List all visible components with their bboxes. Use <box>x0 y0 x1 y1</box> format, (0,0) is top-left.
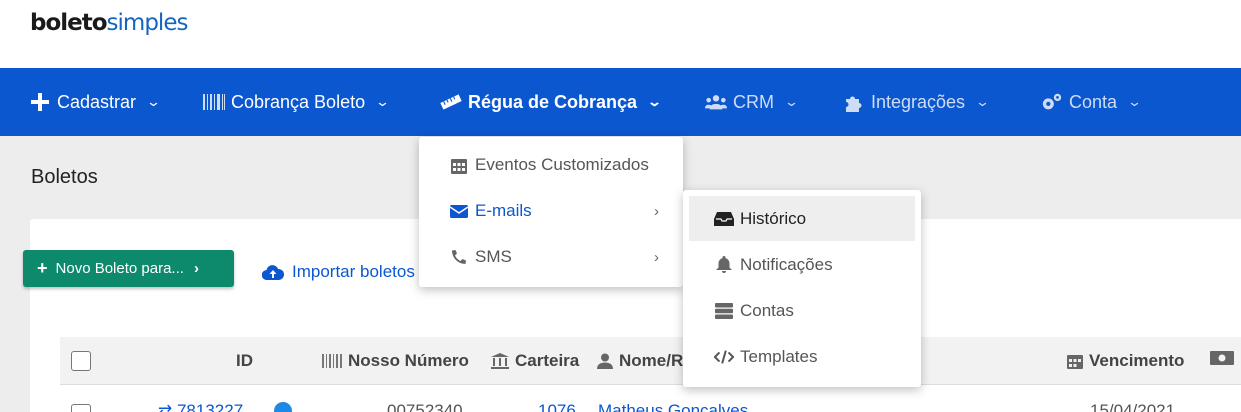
chevron-down-icon: ⌄ <box>145 94 162 109</box>
nav-integracoes[interactable]: Integrações ⌄ <box>843 68 991 136</box>
header-nome[interactable]: Nome/R <box>597 351 683 371</box>
nav-regua-de-cobranca[interactable]: Régua de Cobrança ⌄ <box>440 68 663 136</box>
transfer-icon: ⇄ <box>158 401 177 412</box>
regua-dropdown-menu: Eventos Customizados E-mails › SMS › <box>419 137 683 287</box>
chevron-right-icon: › <box>654 203 659 220</box>
money-icon <box>1210 351 1234 365</box>
row-nome-link[interactable]: Matheus Gonçalves <box>598 401 748 412</box>
users-icon <box>705 93 727 111</box>
header-nosso-numero[interactable]: Nosso Número <box>322 351 469 371</box>
emails-submenu: Histórico Notificações Contas Templates <box>683 190 921 387</box>
nav-regua-label: Régua de Cobrança <box>468 91 638 112</box>
main-nav: Cadastrar ⌄ Cobrança Boleto ⌄ Régua de C… <box>0 68 1241 136</box>
nav-cobranca-boleto-label: Cobrança Boleto <box>231 91 366 112</box>
menu-item-emails[interactable]: E-mails <box>449 201 532 221</box>
calendar-icon <box>1067 353 1083 369</box>
row-id-link[interactable]: ⇄ 7813227 <box>158 401 243 412</box>
barcode-icon <box>203 93 225 111</box>
cogs-icon <box>1041 93 1063 111</box>
server-icon <box>714 302 734 319</box>
bell-icon <box>714 255 734 274</box>
nav-crm[interactable]: CRM ⌄ <box>705 68 800 136</box>
chevron-down-icon: ⌄ <box>1126 94 1143 109</box>
submenu-item-notificacoes[interactable]: Notificações <box>689 242 915 287</box>
bank-icon <box>491 353 509 369</box>
cloud-upload-icon <box>262 265 284 280</box>
menu-item-sms[interactable]: SMS <box>449 247 512 267</box>
select-all-checkbox[interactable] <box>71 351 91 371</box>
submenu-item-templates[interactable]: Templates <box>689 334 915 379</box>
plus-icon: + <box>37 258 48 278</box>
nav-cadastrar-label: Cadastrar <box>57 91 137 112</box>
code-icon <box>714 349 734 365</box>
page-title: Boletos <box>31 166 98 188</box>
new-boleto-label: Novo Boleto para... <box>55 260 184 277</box>
plus-icon <box>29 93 51 111</box>
chevron-right-icon: › <box>654 249 659 266</box>
ruler-icon <box>440 93 462 111</box>
nav-crm-label: CRM <box>733 91 774 112</box>
chevron-right-icon: › <box>193 260 199 277</box>
logo[interactable]: boletosimples <box>30 10 188 36</box>
user-icon <box>597 353 613 369</box>
import-boletos-label: Importar boletos <box>292 262 415 281</box>
chevron-down-icon: ⌄ <box>374 94 391 109</box>
nav-integracoes-label: Integrações <box>871 91 966 112</box>
nav-conta[interactable]: Conta ⌄ <box>1041 68 1143 136</box>
submenu-item-contas[interactable]: Contas <box>689 288 915 333</box>
submenu-item-historico[interactable]: Histórico <box>689 196 915 241</box>
nav-cobranca-boleto[interactable]: Cobrança Boleto ⌄ <box>203 68 391 136</box>
nav-cadastrar[interactable]: Cadastrar ⌄ <box>29 68 162 136</box>
row-nosso-numero: 00752340 <box>387 401 463 412</box>
chevron-down-icon: ⌄ <box>646 94 663 109</box>
status-dot <box>274 402 292 412</box>
envelope-icon <box>449 204 469 218</box>
header-carteira[interactable]: Carteira <box>491 351 579 371</box>
row-vencimento: 15/04/2021 <box>1090 401 1176 412</box>
top-bar: boletosimples <box>0 0 1241 68</box>
new-boleto-button[interactable]: + Novo Boleto para... › <box>23 250 234 287</box>
row-checkbox[interactable] <box>71 404 91 412</box>
import-boletos-link[interactable]: Importar boletos <box>262 262 415 282</box>
inbox-icon <box>714 211 734 226</box>
header-vencimento[interactable]: Vencimento <box>1067 351 1184 371</box>
phone-icon <box>449 249 469 265</box>
table-row[interactable]: ⇄ 7813227 00752340 1076 Matheus Gonçalve… <box>60 385 1241 412</box>
row-carteira-link[interactable]: 1076 <box>538 401 576 412</box>
chevron-down-icon: ⌄ <box>974 94 991 109</box>
puzzle-icon <box>843 93 865 112</box>
table-header: ID Nosso Número Carteira Nome/R Vencimen… <box>60 337 1241 385</box>
menu-item-eventos-customizados[interactable]: Eventos Customizados <box>449 155 649 175</box>
calendar-icon <box>449 157 469 174</box>
chevron-down-icon: ⌄ <box>783 94 800 109</box>
barcode-icon <box>322 354 342 368</box>
header-id[interactable]: ID <box>236 351 253 371</box>
nav-conta-label: Conta <box>1069 91 1118 112</box>
